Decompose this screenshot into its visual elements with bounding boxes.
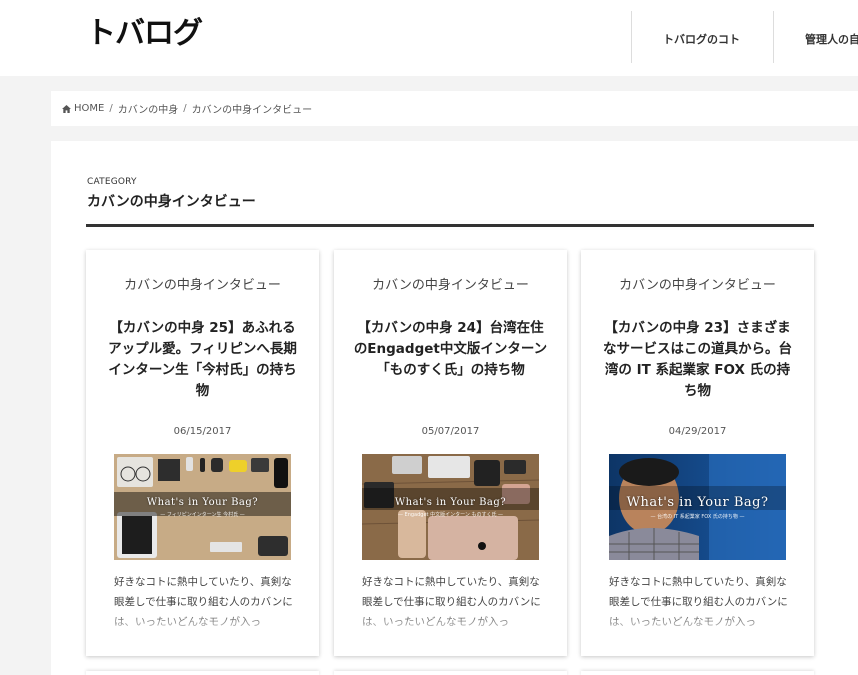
breadcrumb-home-link[interactable]: HOME [74, 103, 104, 114]
breadcrumb-separator: / [183, 103, 187, 114]
excerpt-fade [581, 612, 814, 636]
card-category[interactable]: カバンの中身インタビュー [581, 274, 814, 293]
card-date: 05/07/2017 [421, 426, 480, 437]
article-card[interactable]: カバンの中身インタビュー 【カバンの中身 23】さまざまなサービスはこの道具から… [581, 250, 814, 656]
home-icon [62, 104, 71, 113]
nav-item-about-admin[interactable]: 管理人の自 [805, 31, 858, 47]
article-card-next[interactable] [581, 671, 814, 675]
breadcrumb-item-bag[interactable]: カバンの中身 [118, 101, 179, 116]
card-category[interactable]: カバンの中身インタビュー [86, 274, 319, 293]
card-thumbnail[interactable]: What's in Your Bag? — 台湾の IT 系起業家 FOX 氏の… [609, 454, 786, 560]
thumbnail-title: What's in Your Bag? [146, 496, 259, 508]
card-title[interactable]: 【カバンの中身 23】さまざまなサービスはこの道具から。台湾の IT 系起業家 … [599, 318, 796, 402]
title-underline [86, 224, 814, 227]
site-header: トバログ トバログのコト 管理人の自 [0, 0, 858, 76]
main-content: CATEGORY カバンの中身インタビュー カバンの中身インタビュー 【カバンの… [51, 141, 858, 675]
card-category[interactable]: カバンの中身インタビュー [334, 274, 567, 293]
article-card[interactable]: カバンの中身インタビュー 【カバンの中身 25】あふれるアップル愛。フィリピンへ… [86, 250, 319, 656]
site-logo[interactable]: トバログ [86, 8, 203, 52]
article-card-next[interactable] [86, 671, 319, 675]
card-date: 06/15/2017 [173, 426, 232, 437]
thumbnail-title: What's in Your Bag? [394, 496, 507, 508]
card-thumbnail[interactable]: What's in Your Bag? — Engadget 中文版インターン … [362, 454, 539, 560]
breadcrumb: HOME / カバンの中身 / カバンの中身インタビュー [51, 91, 858, 126]
nav-divider [773, 11, 774, 63]
card-thumbnail[interactable]: What's in Your Bag? — フィリピンインターン生 今村氏 — [114, 454, 291, 560]
nav-divider [631, 11, 632, 63]
category-label: CATEGORY [87, 177, 137, 187]
article-card-next[interactable] [334, 671, 567, 675]
thumbnail-subtitle: — フィリピンインターン生 今村氏 — [160, 511, 245, 518]
card-date: 04/29/2017 [668, 426, 727, 437]
thumbnail-title: What's in Your Bag? [626, 494, 769, 510]
thumbnail-subtitle: — Engadget 中文版インターン ものすく氏 — [397, 511, 504, 518]
breadcrumb-item-current: カバンの中身インタビュー [191, 105, 313, 116]
page-title: カバンの中身インタビュー [87, 194, 256, 210]
nav-item-about-blog[interactable]: トバログのコト [663, 31, 740, 47]
article-card[interactable]: カバンの中身インタビュー 【カバンの中身 24】台湾在住のEngadget中文版… [334, 250, 567, 656]
excerpt-fade [86, 612, 319, 636]
thumbnail-subtitle: — 台湾の IT 系起業家 FOX 氏の持ち物 — [650, 513, 745, 520]
card-title[interactable]: 【カバンの中身 25】あふれるアップル愛。フィリピンへ長期インターン生「今村氏」… [104, 318, 301, 402]
breadcrumb-separator: / [109, 103, 113, 114]
excerpt-fade [334, 612, 567, 636]
card-title[interactable]: 【カバンの中身 24】台湾在住のEngadget中文版インターン「ものすく氏」の… [352, 318, 549, 381]
